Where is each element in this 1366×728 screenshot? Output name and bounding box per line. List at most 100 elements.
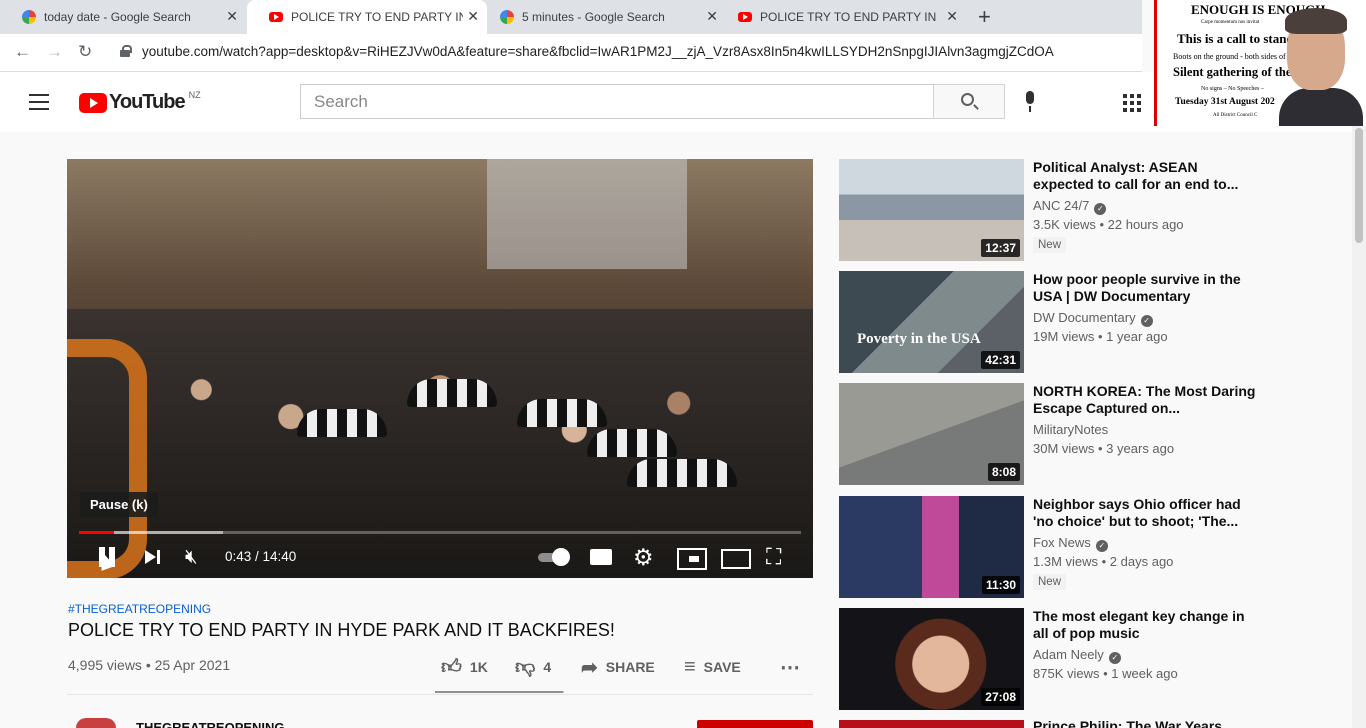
like-button[interactable]: 👍︎ 1K [441,655,488,679]
verified-check-icon: ✓ [1095,540,1108,552]
rec-title[interactable]: Prince Philip: The War Years [1033,718,1222,728]
playlist-add-icon: ≡ [684,655,696,678]
search-input[interactable]: Search [300,84,934,119]
duration-badge: 8:08 [987,463,1020,481]
close-tab-icon[interactable]: ✕ [946,8,958,25]
more-actions-icon[interactable]: ⋯ [780,655,800,679]
poster-line: Tuesday 31st August 202 [1175,97,1275,107]
rec-channel-name: DW Documentary [1033,310,1136,325]
save-button[interactable]: ≡ SAVE [684,655,741,679]
poster-line: Carpe momentum nos invitat [1201,20,1260,25]
dislike-button[interactable]: 👎︎ 4 [515,655,551,679]
video-thumbnail[interactable]: 27:08 [839,608,1024,710]
verified-check-icon: ✓ [1140,315,1153,327]
browser-tab-google-5min[interactable]: 5 minutes - Google Search ✕ [478,0,726,34]
like-count: 1K [469,659,488,675]
duration-badge: 11:30 [981,576,1020,594]
video-title: POLICE TRY TO END PARTY IN HYDE PARK AND… [68,620,615,640]
recommendation-item[interactable]: 8:08 NORTH KOREA: The Most Daring Escape… [839,383,1259,485]
rec-views: 1.3M views • 2 days ago [1033,554,1174,569]
rec-title[interactable]: How poor people survive in the USA | DW … [1033,271,1258,305]
theater-mode-icon[interactable] [721,542,751,572]
reload-icon[interactable]: ↻ [78,42,92,62]
video-thumbnail[interactable]: Poverty in the USA 42:31 [839,271,1024,373]
next-button[interactable] [145,542,163,572]
channel-name[interactable]: THEGREATREOPENING [136,720,285,728]
recommendation-item[interactable]: 12:37 Political Analyst: ASEAN expected … [839,159,1259,261]
subtitles-icon[interactable] [590,542,612,572]
police-cap [517,399,607,427]
rec-title[interactable]: NORTH KOREA: The Most Daring Escape Capt… [1033,383,1258,417]
webcam-person [1279,8,1363,126]
autoplay-toggle[interactable] [538,542,570,572]
duration-badge: 27:08 [981,688,1020,706]
rec-channel[interactable]: Fox News ✓ [1033,535,1108,552]
new-tab-icon[interactable]: + [978,4,991,30]
like-ratio-bar [435,691,564,693]
rec-channel[interactable]: ANC 24/7 ✓ [1033,198,1107,215]
rec-channel[interactable]: Adam Neely ✓ [1033,647,1121,664]
rec-channel-name: Adam Neely [1033,647,1104,662]
rec-channel-name: ANC 24/7 [1033,198,1090,213]
search-button[interactable] [933,84,1005,119]
new-badge: New [1033,237,1067,253]
video-hashtag[interactable]: #THEGREATREOPENING [68,602,211,616]
rec-channel[interactable]: DW Documentary ✓ [1033,310,1153,327]
browser-tab-google-today[interactable]: today date - Google Search ✕ [0,0,246,34]
police-cap [627,459,737,487]
share-label: SHARE [605,659,655,675]
recommendation-item[interactable]: 27:08 The most elegant key change in all… [839,608,1259,710]
video-thumbnail[interactable]: 8:08 [839,383,1024,485]
thumbs-down-icon: 👎︎ [515,656,536,678]
police-cap [587,429,677,457]
recommendation-item[interactable]: Poverty in the USA 42:31 How poor people… [839,271,1259,373]
mute-icon[interactable]: 🔇︎ [185,542,211,572]
poster-line: No signs – No Speeches – [1201,86,1264,92]
tab-label: today date - Google Search [44,10,191,24]
recommendation-item[interactable]: 11:30 Neighbor says Ohio officer had 'no… [839,496,1259,598]
url-field[interactable]: youtube.com/watch?app=desktop&v=RiHEZJVw… [142,44,1054,59]
share-button[interactable]: ➦ SHARE [581,655,655,679]
close-tab-icon[interactable]: ✕ [226,8,238,25]
rec-channel-name: Fox News [1033,535,1091,550]
progress-played [79,531,115,534]
pause-tooltip: Pause (k) [80,492,158,517]
rec-title[interactable]: Political Analyst: ASEAN expected to cal… [1033,159,1258,193]
browser-tab-youtube-active[interactable]: POLICE TRY TO END PARTY IN H ✕ [247,0,487,34]
youtube-wordmark: YouTube [109,91,186,113]
address-bar: ← → ↻ youtube.com/watch?app=desktop&v=Ri… [0,34,1142,72]
police-cap [407,379,497,407]
verified-check-icon: ✓ [1108,652,1121,664]
rec-title[interactable]: The most elegant key change in all of po… [1033,608,1258,642]
video-thumbnail[interactable] [839,720,1024,728]
rec-views: 875K views • 1 week ago [1033,666,1178,681]
microphone-icon[interactable] [1024,91,1036,113]
video-frame-crowd [67,309,813,578]
verified-check-icon: ✓ [1094,203,1107,215]
rec-title[interactable]: Neighbor says Ohio officer had 'no choic… [1033,496,1258,530]
settings-gear-icon[interactable]: ⚙︎ [633,542,657,572]
miniplayer-icon[interactable] [677,542,707,572]
back-arrow-icon[interactable]: ← [14,42,31,62]
video-thumbnail[interactable]: 11:30 [839,496,1024,598]
tab-label: 5 minutes - Google Search [522,10,665,24]
duration-badge: 42:31 [981,351,1020,369]
subscribe-button[interactable] [697,720,813,728]
webcam-overlay: ENOUGH IS ENOUGH Carpe momentum nos invi… [1154,0,1366,126]
rec-channel[interactable]: MilitaryNotes [1033,422,1108,437]
youtube-logo[interactable]: YouTube NZ [79,90,201,114]
page-scrollbar[interactable] [1352,126,1366,728]
save-label: SAVE [703,659,741,675]
video-player[interactable]: Pause (k) 🔇︎ 0:43 / 14:40 ⚙︎ ⛶ [67,159,813,578]
hamburger-menu-icon[interactable] [29,94,49,110]
progress-bar[interactable] [79,531,801,534]
police-cap [297,409,387,437]
channel-avatar[interactable] [76,718,116,728]
forward-arrow-icon[interactable]: → [46,42,63,62]
video-thumbnail[interactable]: 12:37 [839,159,1024,261]
scrollbar-thumb[interactable] [1355,128,1363,243]
fullscreen-icon[interactable]: ⛶ [766,542,788,572]
apps-grid-icon[interactable] [1123,94,1141,112]
poster-line: Boots on the ground - both sides of [1173,52,1286,61]
browser-tab-youtube-2[interactable]: POLICE TRY TO END PARTY IN H ✕ [716,0,966,34]
